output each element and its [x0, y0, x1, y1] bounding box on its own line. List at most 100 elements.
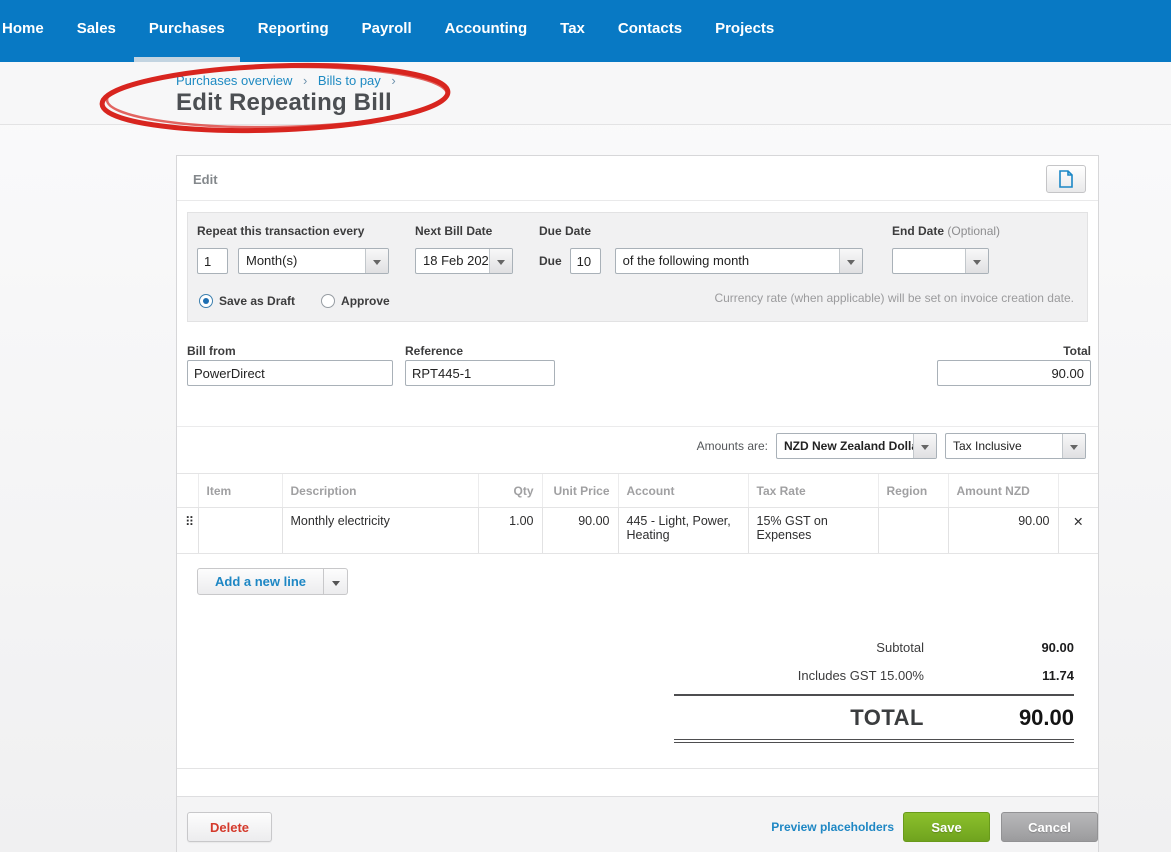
next-bill-date-select[interactable]: 18 Feb 2026 — [415, 248, 513, 274]
gst-label: Includes GST 15.00% — [674, 668, 924, 683]
add-line-button[interactable]: Add a new line — [197, 568, 324, 595]
due-day-input[interactable] — [570, 248, 601, 274]
cancel-button[interactable]: Cancel — [1001, 812, 1098, 842]
card-footer: Delete Preview placeholders Save Cancel — [177, 796, 1098, 852]
currency-note: Currency rate (when applicable) will be … — [714, 291, 1074, 305]
bill-from-label: Bill from — [187, 344, 236, 358]
amounts-are-label: Amounts are: — [697, 439, 768, 453]
page-header: Purchases overview › Bills to pay › Edit… — [0, 62, 1171, 125]
page-title: Edit Repeating Bill — [176, 89, 392, 117]
amount-cell[interactable]: 90.00 — [948, 508, 1058, 554]
content-end-divider — [177, 768, 1098, 769]
next-bill-date-group: Next Bill Date 18 Feb 2026 — [415, 224, 513, 274]
subtotal-label: Subtotal — [674, 640, 924, 655]
end-date-select[interactable] — [892, 248, 989, 274]
nav-item-accounting[interactable]: Accounting — [445, 0, 528, 62]
breadcrumb-bills-to-pay[interactable]: Bills to pay — [318, 73, 381, 88]
preview-placeholders-link[interactable]: Preview placeholders — [771, 820, 894, 834]
qty-column-header: Qty — [478, 474, 542, 508]
repeat-unit-select[interactable]: Month(s) — [238, 248, 389, 274]
unit-price-cell[interactable]: 90.00 — [542, 508, 618, 554]
total-input[interactable] — [937, 360, 1091, 386]
card-header-title: Edit — [193, 172, 218, 187]
end-date-optional-label: (Optional) — [947, 224, 1000, 238]
reference-input[interactable] — [405, 360, 555, 386]
document-icon — [1059, 170, 1073, 188]
tax-option-select[interactable]: Tax Inclusive — [945, 433, 1086, 459]
table-header-row: Item Description Qty Unit Price Account … — [177, 474, 1098, 508]
nav-item-contacts[interactable]: Contacts — [618, 0, 682, 62]
breadcrumb: Purchases overview › Bills to pay › — [176, 73, 403, 88]
subtotal-row: Subtotal 90.00 — [674, 640, 1074, 655]
radio-selected-icon — [199, 294, 213, 308]
save-as-draft-label: Save as Draft — [219, 294, 295, 308]
delete-button[interactable]: Delete — [187, 812, 272, 842]
breadcrumb-separator: › — [391, 73, 395, 88]
due-unit-select[interactable]: of the following month — [615, 248, 863, 274]
nav-item-purchases[interactable]: Purchases — [149, 0, 225, 62]
tax-rate-column-header: Tax Rate — [748, 474, 878, 508]
totals-section: Subtotal 90.00 Includes GST 15.00% 11.74… — [674, 640, 1074, 743]
breadcrumb-purchases-overview[interactable]: Purchases overview — [176, 73, 292, 88]
drag-handle-icon[interactable]: ⠿ — [177, 508, 198, 554]
breadcrumb-separator: › — [303, 73, 307, 88]
card-header: Edit — [177, 156, 1098, 201]
add-line-split-button: Add a new line — [197, 568, 348, 595]
grand-total-label: TOTAL — [674, 705, 924, 731]
approve-label: Approve — [341, 294, 390, 308]
end-date-label: End Date (Optional) — [892, 224, 1000, 238]
repeat-group: Repeat this transaction every Month(s) — [197, 224, 389, 274]
item-cell[interactable] — [198, 508, 282, 554]
section-divider — [177, 426, 1098, 427]
region-cell[interactable] — [878, 508, 948, 554]
unit-price-column-header: Unit Price — [542, 474, 618, 508]
footer-actions: Preview placeholders Save Cancel — [771, 812, 1098, 842]
delete-column-header — [1058, 474, 1098, 508]
due-date-label: Due Date — [539, 224, 863, 238]
reference-label: Reference — [405, 344, 463, 358]
status-radio-group: Save as Draft Approve — [199, 294, 390, 308]
approve-radio[interactable]: Approve — [321, 294, 390, 308]
total-label: Total — [1063, 344, 1091, 358]
description-cell[interactable]: Monthly electricity — [282, 508, 478, 554]
repeat-label: Repeat this transaction every — [197, 224, 389, 238]
nav-item-payroll[interactable]: Payroll — [362, 0, 412, 62]
currency-select[interactable]: NZD New Zealand Dollar — [776, 433, 937, 459]
qty-cell[interactable]: 1.00 — [478, 508, 542, 554]
nav-item-tax[interactable]: Tax — [560, 0, 585, 62]
nav-item-projects[interactable]: Projects — [715, 0, 774, 62]
radio-unselected-icon — [321, 294, 335, 308]
nav-item-reporting[interactable]: Reporting — [258, 0, 329, 62]
item-column-header: Item — [198, 474, 282, 508]
bill-from-input[interactable] — [187, 360, 393, 386]
add-line-dropdown-button[interactable] — [324, 568, 348, 595]
table-row: ⠿ Monthly electricity 1.00 90.00 445 - L… — [177, 508, 1098, 554]
account-column-header: Account — [618, 474, 748, 508]
gst-row: Includes GST 15.00% 11.74 — [674, 668, 1074, 683]
view-document-button[interactable] — [1046, 165, 1086, 193]
subtotal-value: 90.00 — [924, 640, 1074, 655]
save-button[interactable]: Save — [903, 812, 990, 842]
edit-repeating-bill-card: Edit Repeat this transaction every Month… — [176, 155, 1099, 852]
tax-rate-cell[interactable]: 15% GST on Expenses — [748, 508, 878, 554]
gst-value: 11.74 — [924, 668, 1074, 683]
nav-item-home[interactable]: Home — [2, 0, 44, 62]
totals-double-rule — [674, 739, 1074, 743]
due-date-group: Due Date Due of the following month — [539, 224, 863, 274]
grand-total-value: 90.00 — [924, 705, 1074, 731]
next-bill-date-label: Next Bill Date — [415, 224, 513, 238]
save-as-draft-radio[interactable]: Save as Draft — [199, 294, 295, 308]
description-column-header: Description — [282, 474, 478, 508]
repeat-interval-input[interactable] — [197, 248, 228, 274]
drag-column-header — [177, 474, 198, 508]
end-date-group: End Date (Optional) — [892, 224, 1000, 274]
schedule-settings: Repeat this transaction every Month(s) N… — [187, 212, 1088, 322]
due-prefix-label: Due — [539, 254, 562, 268]
account-cell[interactable]: 445 - Light, Power, Heating — [618, 508, 748, 554]
line-items-table: Item Description Qty Unit Price Account … — [177, 473, 1098, 554]
top-nav: Home Sales Purchases Reporting Payroll A… — [0, 0, 1171, 62]
nav-item-sales[interactable]: Sales — [77, 0, 116, 62]
remove-line-icon[interactable]: ✕ — [1058, 508, 1098, 554]
amount-column-header: Amount NZD — [948, 474, 1058, 508]
amounts-are-row: Amounts are: NZD New Zealand Dollar Tax … — [697, 432, 1086, 460]
